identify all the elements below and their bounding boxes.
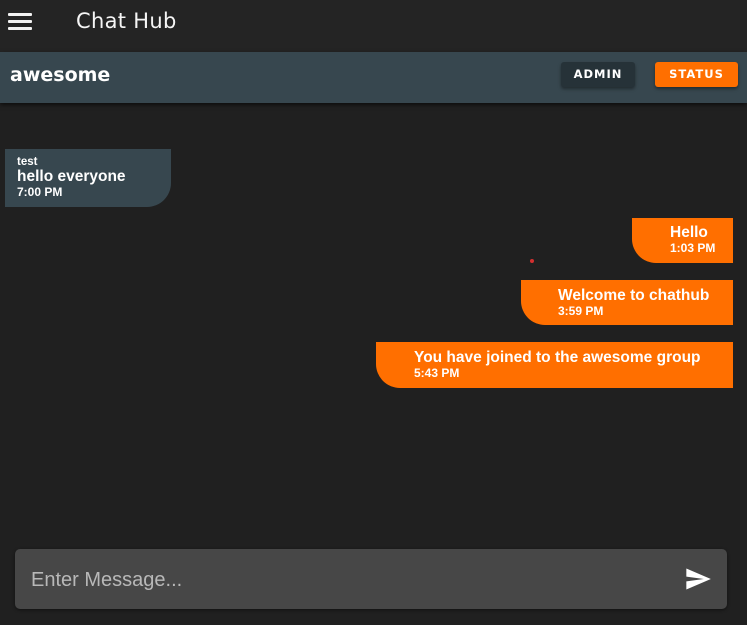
message-text: Welcome to chathub: [558, 287, 710, 304]
message-time: 1:03 PM: [670, 241, 716, 255]
cursor-dot: [530, 259, 534, 263]
message-text: Hello: [670, 224, 708, 241]
top-app-bar: Chat Hub: [0, 0, 747, 52]
outgoing-message: Hello 1:03 PM: [632, 218, 733, 263]
send-icon-glyph: [686, 568, 711, 590]
outgoing-message: Welcome to chathub 3:59 PM: [521, 280, 733, 325]
message-sender: test: [17, 156, 38, 168]
status-button[interactable]: STATUS: [655, 62, 738, 87]
message-time: 3:59 PM: [558, 304, 604, 318]
group-name: awesome: [10, 64, 111, 86]
message-input[interactable]: [29, 561, 663, 599]
incoming-message: test hello everyone 7:00 PM: [5, 149, 171, 207]
menu-line: [8, 13, 32, 16]
app-title: Chat Hub: [76, 9, 177, 33]
message-text: You have joined to the awesome group: [414, 349, 701, 366]
outgoing-message: You have joined to the awesome group 5:4…: [376, 342, 733, 388]
send-icon[interactable]: [683, 565, 713, 593]
message-text: hello everyone: [17, 168, 126, 185]
message-time: 5:43 PM: [414, 366, 460, 380]
menu-line: [8, 27, 32, 30]
chat-app: Chat Hub awesome ADMIN STATUS test hello…: [0, 0, 747, 625]
hamburger-menu-icon[interactable]: [8, 12, 32, 32]
message-composer: [15, 549, 727, 609]
message-time: 7:00 PM: [17, 185, 63, 199]
admin-button[interactable]: ADMIN: [561, 62, 635, 87]
group-header: awesome ADMIN STATUS: [0, 52, 747, 103]
menu-line: [8, 20, 32, 23]
